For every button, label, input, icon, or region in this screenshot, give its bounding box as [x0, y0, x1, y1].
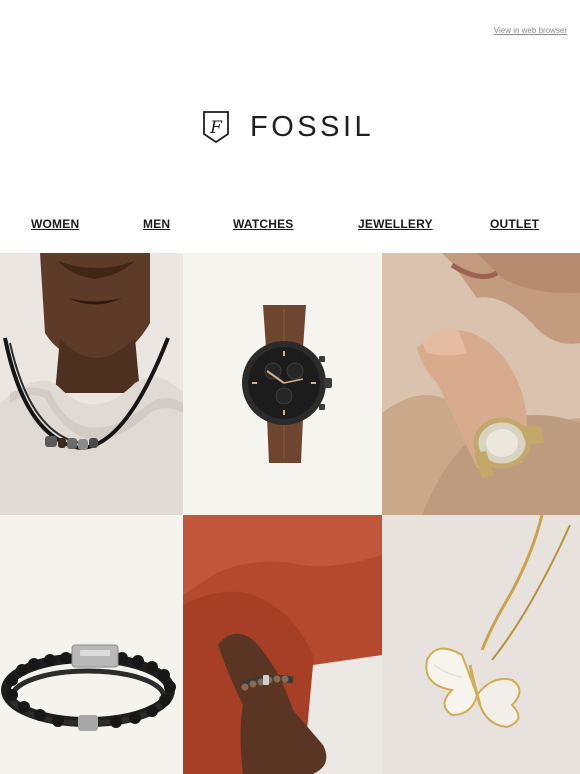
nav-women[interactable]: WOMEN — [31, 217, 79, 231]
nav-watches[interactable]: WATCHES — [233, 217, 294, 231]
beaded-leather-bracelet-photo[interactable] — [0, 515, 183, 774]
mens-beaded-bracelet-wrist-photo[interactable] — [183, 515, 382, 774]
view-in-web-browser-link[interactable]: View in web browser — [494, 26, 567, 35]
fossil-logo[interactable]: F FOSSIL — [200, 109, 374, 145]
nav-outlet[interactable]: OUTLET — [490, 217, 539, 231]
butterfly-pendant-necklace-photo[interactable] — [382, 515, 580, 774]
fossil-monogram-icon: F — [203, 111, 229, 144]
nav-men[interactable]: MEN — [143, 217, 170, 231]
svg-text:F: F — [209, 118, 223, 138]
main-nav: WOMEN MEN WATCHES JEWELLERY OUTLET — [0, 217, 580, 233]
brown-leather-chronograph-watch-photo[interactable] — [183, 253, 382, 515]
brand-wordmark: FOSSIL — [250, 111, 375, 143]
product-image-grid — [0, 253, 580, 774]
womens-gold-silver-watch-photo[interactable] — [382, 253, 580, 515]
mens-necklace-photo[interactable] — [0, 253, 183, 515]
nav-jewellery[interactable]: JEWELLERY — [358, 217, 433, 231]
